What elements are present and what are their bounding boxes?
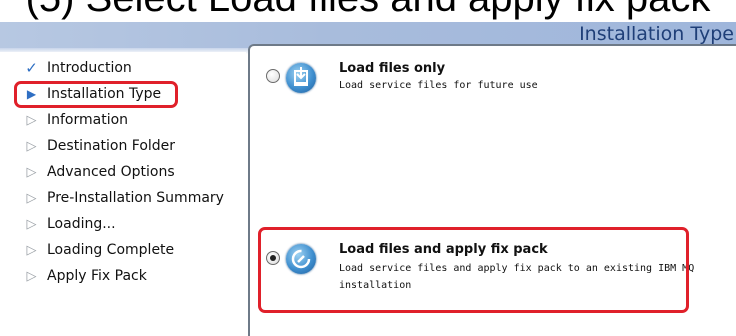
pending-arrow-icon: ▷ (26, 242, 37, 258)
top-caption-strip: (5) Select Load files and apply fix pack (0, 0, 736, 22)
step-label: Pre-Installation Summary (47, 190, 224, 206)
pending-arrow-icon: ▷ (26, 138, 37, 154)
step-label: Destination Folder (47, 138, 176, 154)
load-files-only-description: Load service files for future use (339, 80, 538, 91)
load-files-only-radio[interactable] (266, 69, 280, 83)
pending-arrow-icon: ▷ (26, 216, 37, 232)
download-icon (286, 63, 316, 93)
step-label: Apply Fix Pack (47, 268, 147, 284)
step-destination-folder: ▷ Destination Folder (24, 135, 176, 157)
step-loading-complete: ▷ Loading Complete (24, 239, 175, 261)
checkmark-icon: ✓ (25, 59, 38, 77)
step-introduction: ✓ Introduction (24, 57, 132, 79)
step-advanced-options: ▷ Advanced Options (24, 161, 175, 183)
page-title: Installation Type (579, 23, 734, 45)
step-label: Information (47, 112, 129, 128)
current-step-highlight (14, 81, 178, 108)
selected-option-highlight (258, 227, 689, 313)
step-pre-installation-summary: ▷ Pre-Installation Summary (24, 187, 224, 209)
step-apply-fix-pack: ▷ Apply Fix Pack (24, 265, 147, 287)
step-label: Introduction (47, 60, 132, 76)
step-information: ▷ Information (24, 109, 129, 131)
step-loading: ▷ Loading... (24, 213, 116, 235)
top-caption: (5) Select Load files and apply fix pack (0, 0, 736, 21)
step-label: Loading... (47, 216, 116, 232)
step-label: Loading Complete (47, 242, 175, 258)
load-files-only-title[interactable]: Load files only (339, 61, 445, 76)
pending-arrow-icon: ▷ (26, 164, 37, 180)
pending-arrow-icon: ▷ (26, 190, 37, 206)
step-label: Advanced Options (47, 164, 175, 180)
pending-arrow-icon: ▷ (26, 112, 37, 128)
pending-arrow-icon: ▷ (26, 268, 37, 284)
